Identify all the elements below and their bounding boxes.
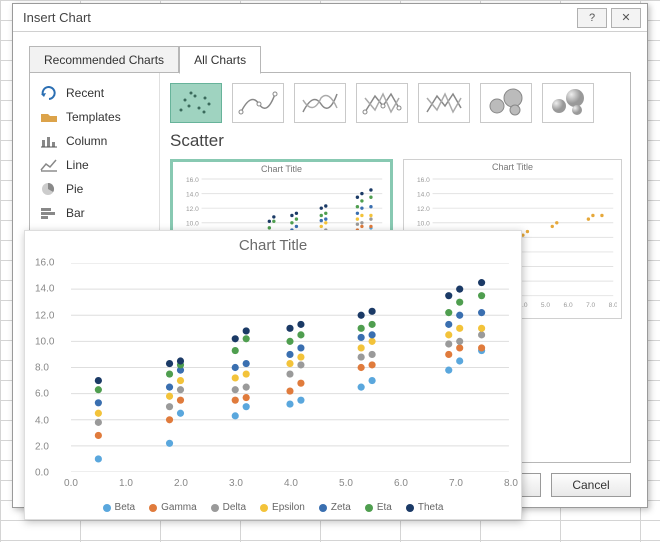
cancel-button[interactable]: Cancel bbox=[551, 473, 631, 497]
legend-item: Gamma bbox=[149, 502, 197, 513]
category-label: Recent bbox=[66, 86, 104, 100]
legend-item: Beta bbox=[103, 502, 136, 513]
svg-text:7.0: 7.0 bbox=[586, 302, 595, 309]
dialog-tabs: Recommended Charts All Charts bbox=[29, 46, 261, 74]
subtype-scatter[interactable] bbox=[170, 83, 222, 123]
preview-title: Chart Title bbox=[404, 160, 621, 172]
legend-item: Delta bbox=[211, 502, 246, 513]
tab-all-charts[interactable]: All Charts bbox=[179, 46, 261, 74]
line-icon bbox=[40, 158, 58, 172]
svg-text:14.0: 14.0 bbox=[186, 191, 199, 198]
category-line[interactable]: Line bbox=[30, 153, 159, 177]
legend-item: Epsilon bbox=[260, 502, 305, 513]
legend-item: Eta bbox=[365, 502, 392, 513]
preview-title: Chart Title bbox=[173, 162, 390, 174]
svg-text:16.0: 16.0 bbox=[417, 177, 430, 184]
legend-item: Zeta bbox=[319, 502, 351, 513]
subtype-scatter-lines[interactable] bbox=[418, 83, 470, 123]
category-label: Bar bbox=[66, 206, 85, 220]
pie-icon bbox=[40, 182, 58, 196]
dialog-titlebar: Insert Chart ? ✕ bbox=[13, 4, 647, 32]
category-label: Pie bbox=[66, 182, 83, 196]
svg-text:12.0: 12.0 bbox=[417, 206, 430, 213]
subtype-bubble[interactable] bbox=[480, 83, 532, 123]
scatter-plot bbox=[71, 263, 509, 472]
subtype-scatter-smooth[interactable] bbox=[294, 83, 346, 123]
category-label: Column bbox=[66, 134, 107, 148]
dialog-title: Insert Chart bbox=[23, 10, 91, 25]
category-bar[interactable]: Bar bbox=[30, 201, 159, 225]
category-label: Templates bbox=[66, 110, 121, 124]
chart-type-heading: Scatter bbox=[170, 131, 224, 151]
chart-hover-preview: Chart Title Beta Gamma Delta Epsilon Zeta Eta… bbox=[24, 230, 522, 520]
column-icon bbox=[40, 134, 58, 148]
category-templates[interactable]: Templates bbox=[30, 105, 159, 129]
svg-text:14.0: 14.0 bbox=[417, 191, 430, 198]
svg-text:12.0: 12.0 bbox=[186, 206, 199, 213]
category-recent[interactable]: Recent bbox=[30, 81, 159, 105]
svg-text:5.0: 5.0 bbox=[541, 302, 550, 309]
recent-icon bbox=[40, 86, 58, 100]
chart-title: Chart Title bbox=[25, 231, 521, 256]
close-button[interactable]: ✕ bbox=[611, 8, 641, 28]
subtype-scatter-lines-markers[interactable] bbox=[356, 83, 408, 123]
svg-text:8.0: 8.0 bbox=[609, 302, 617, 309]
subtype-bubble-3d[interactable] bbox=[542, 83, 594, 123]
bar-icon bbox=[40, 206, 58, 220]
category-column[interactable]: Column bbox=[30, 129, 159, 153]
category-label: Line bbox=[66, 158, 89, 172]
svg-text:16.0: 16.0 bbox=[186, 177, 199, 184]
svg-text:10.0: 10.0 bbox=[186, 221, 199, 228]
svg-text:6.0: 6.0 bbox=[563, 302, 572, 309]
chart-legend: Beta Gamma Delta Epsilon Zeta Eta Theta bbox=[25, 502, 521, 513]
legend-item: Theta bbox=[406, 502, 444, 513]
help-button[interactable]: ? bbox=[577, 8, 607, 28]
tab-recommended-charts[interactable]: Recommended Charts bbox=[29, 46, 179, 74]
templates-icon bbox=[40, 110, 58, 124]
svg-text:10.0: 10.0 bbox=[417, 221, 430, 228]
category-pie[interactable]: Pie bbox=[30, 177, 159, 201]
chart-subtype-row bbox=[170, 83, 594, 123]
subtype-scatter-smooth-markers[interactable] bbox=[232, 83, 284, 123]
